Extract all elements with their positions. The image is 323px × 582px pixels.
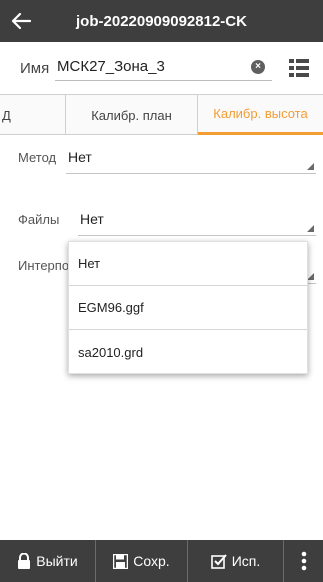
save-button[interactable]: Сохр. [96,540,188,582]
dropdown-option[interactable]: sa2010.grd [69,330,307,374]
lock-icon [17,553,31,569]
name-input[interactable]: МСК27_Зона_3 [55,54,272,81]
interp-label: Интерпо [18,258,70,273]
method-label: Метод [18,150,57,165]
save-label: Сохр. [133,553,170,569]
page-title: job-20220909092812-CK [76,12,247,30]
arrow-left-icon [11,12,31,30]
dropdown-option[interactable]: Нет [69,242,307,286]
back-button[interactable] [0,0,42,42]
name-label: Имя [20,59,50,77]
list-menu-icon[interactable] [289,59,309,82]
use-label: Исп. [231,553,261,569]
exit-label: Выйти [36,553,78,569]
method-select[interactable]: Нет [66,146,316,174]
tab-bar: Д Калибр. план Калибр. высота [0,94,323,135]
name-row: Имя МСК27_Зона_3 × [0,42,323,94]
top-app-bar: job-20220909092812-CK [0,0,323,42]
save-icon [113,553,129,569]
files-select[interactable]: Нет [78,208,316,236]
use-button[interactable]: Исп. [188,540,284,582]
dropdown-arrow-icon [307,273,314,280]
more-vert-icon [301,551,306,571]
files-dropdown-menu: Нет EGM96.ggf sa2010.grd [68,241,308,374]
files-value: Нет [80,211,104,227]
tab-partial[interactable]: Д [0,95,66,135]
dropdown-arrow-icon [307,163,314,170]
exit-button[interactable]: Выйти [0,540,96,582]
tab-calib-height[interactable]: Калибр. высота [198,95,323,135]
bottom-toolbar: Выйти Сохр. Исп. [0,540,323,582]
tab-calib-plan[interactable]: Калибр. план [66,95,198,135]
files-label: Файлы [18,212,60,227]
dropdown-arrow-icon [307,225,314,232]
method-value: Нет [68,149,92,165]
dropdown-option[interactable]: EGM96.ggf [69,286,307,330]
clear-icon[interactable]: × [251,60,265,74]
more-button[interactable] [284,540,323,582]
checkbox-icon [210,553,227,569]
